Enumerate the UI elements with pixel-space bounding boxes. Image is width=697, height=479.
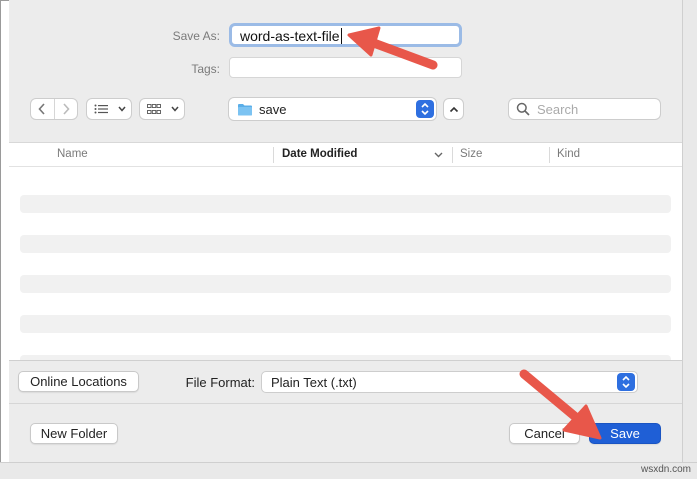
- save-as-label: Save As:: [172, 29, 220, 43]
- sort-descending-icon: [434, 152, 443, 158]
- watermark: wsxdn.com: [640, 464, 691, 475]
- tags-label: Tags:: [191, 62, 220, 76]
- list-view-icon: [94, 104, 108, 114]
- chevron-right-icon: [63, 103, 70, 115]
- chevron-left-icon: [38, 103, 45, 115]
- grid-view-dropdown[interactable]: [139, 98, 185, 120]
- tags-field[interactable]: [229, 57, 462, 78]
- save-as-field[interactable]: word-as-text-file: [229, 23, 462, 47]
- empty-row: [20, 275, 671, 293]
- search-placeholder: Search: [537, 101, 579, 117]
- new-folder-button[interactable]: New Folder: [30, 423, 118, 444]
- updown-chevron-icon: [416, 100, 434, 118]
- chevron-up-icon: [449, 106, 458, 112]
- file-format-popup[interactable]: Plain Text (.txt): [261, 371, 638, 393]
- column-name[interactable]: Name: [57, 148, 88, 160]
- collapse-button[interactable]: [443, 98, 464, 120]
- chevron-down-icon: [168, 99, 182, 119]
- folder-icon: [238, 103, 252, 115]
- back-button[interactable]: [31, 99, 54, 119]
- cancel-button[interactable]: Cancel: [509, 423, 580, 444]
- forward-button[interactable]: [55, 99, 78, 119]
- window-background-right: [682, 0, 697, 479]
- file-format-value: Plain Text (.txt): [271, 374, 357, 390]
- chevron-down-icon: [115, 99, 129, 119]
- list-view-button[interactable]: [87, 99, 115, 119]
- updown-chevron-icon: [617, 373, 635, 391]
- save-button[interactable]: Save: [589, 423, 661, 444]
- back-forward-control: [30, 98, 78, 120]
- empty-row: [20, 315, 671, 333]
- search-icon: [516, 102, 530, 116]
- window-background-bottom: [0, 462, 697, 479]
- location-name: save: [259, 101, 287, 117]
- empty-row: [20, 195, 671, 213]
- column-kind[interactable]: Kind: [557, 148, 580, 160]
- text-caret: [340, 28, 342, 44]
- online-locations-button[interactable]: Online Locations: [18, 371, 139, 392]
- empty-row: [20, 235, 671, 253]
- column-date-modified[interactable]: Date Modified: [282, 148, 357, 160]
- grid-view-button[interactable]: [140, 99, 168, 119]
- file-browser[interactable]: Name Date Modified Size Kind: [9, 142, 682, 360]
- divider: [9, 360, 682, 361]
- grid-view-icon: [147, 103, 161, 114]
- location-popup[interactable]: save: [228, 97, 437, 121]
- list-view-dropdown[interactable]: [86, 98, 132, 120]
- column-header: Name Date Modified Size Kind: [9, 142, 682, 167]
- search-field[interactable]: Search: [508, 98, 661, 120]
- file-format-label: File Format:: [185, 375, 255, 390]
- save-as-value: word-as-text-file: [240, 28, 340, 44]
- divider: [9, 403, 682, 404]
- column-size[interactable]: Size: [460, 148, 482, 160]
